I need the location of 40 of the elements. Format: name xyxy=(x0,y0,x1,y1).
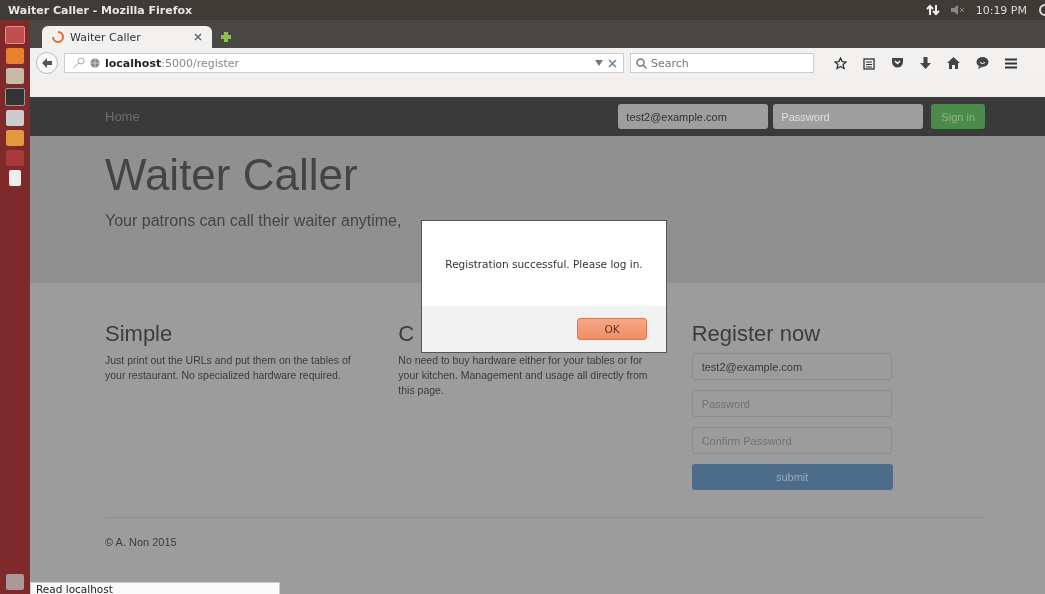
column-heading: Simple xyxy=(105,321,173,347)
search-icon xyxy=(636,57,647,69)
register-heading: Register now xyxy=(691,321,821,347)
star-icon[interactable] xyxy=(834,56,847,70)
chat-icon[interactable] xyxy=(976,57,989,69)
network-icon[interactable] xyxy=(925,4,940,16)
ok-button[interactable]: OK xyxy=(577,318,647,340)
column-text: No need to buy hardware either for your tables or for your kitchen. Management and usage all directly from this page. xyxy=(398,353,649,398)
search-input[interactable]: Search xyxy=(651,56,801,70)
new-tab-icon[interactable] xyxy=(220,31,232,43)
dialog-message: Registration successful. Please log in. xyxy=(445,257,643,270)
status-text: Read localhost xyxy=(36,583,113,594)
back-arrow-icon xyxy=(41,57,53,69)
column-text: Just print out the URLs and put them on the tables of your restaurant. No specialized hardware required. xyxy=(105,353,352,383)
password-field[interactable]: Password xyxy=(773,104,924,129)
volume-muted-icon[interactable] xyxy=(949,5,966,15)
url-field[interactable]: localhost:5000/register xyxy=(64,53,624,73)
download-icon[interactable] xyxy=(920,57,931,69)
footer-copyright: © A. Non 2015 xyxy=(105,536,178,548)
site-tagline: Your patrons can call their waiter anytime, xyxy=(105,212,403,230)
menu-icon[interactable] xyxy=(1005,57,1017,69)
close-icon[interactable] xyxy=(194,33,202,41)
back-button[interactable] xyxy=(36,52,58,74)
clock-time[interactable]: 10:19 PM xyxy=(975,3,1027,17)
register-field[interactable]: test2@example.com xyxy=(691,353,892,380)
site-title: Waiter Caller xyxy=(105,150,359,200)
tab-title: Waiter Caller xyxy=(70,30,142,44)
clipboard-icon[interactable] xyxy=(863,56,875,70)
dropdown-icon[interactable] xyxy=(595,60,603,66)
loading-icon xyxy=(52,31,64,43)
close-icon[interactable] xyxy=(608,58,617,68)
browser-tab[interactable]: Waiter Caller xyxy=(42,26,212,48)
window-title: Waiter Caller - Mozilla Firefox xyxy=(8,3,193,17)
pocket-icon[interactable] xyxy=(891,57,904,69)
home-icon[interactable] xyxy=(947,57,960,69)
column-heading: C xyxy=(398,321,415,347)
search-field[interactable]: Search xyxy=(630,53,814,73)
globe-icon xyxy=(90,58,100,68)
url-text: localhost:5000/register xyxy=(105,56,240,70)
email-field[interactable]: test2@example.com xyxy=(618,104,769,129)
